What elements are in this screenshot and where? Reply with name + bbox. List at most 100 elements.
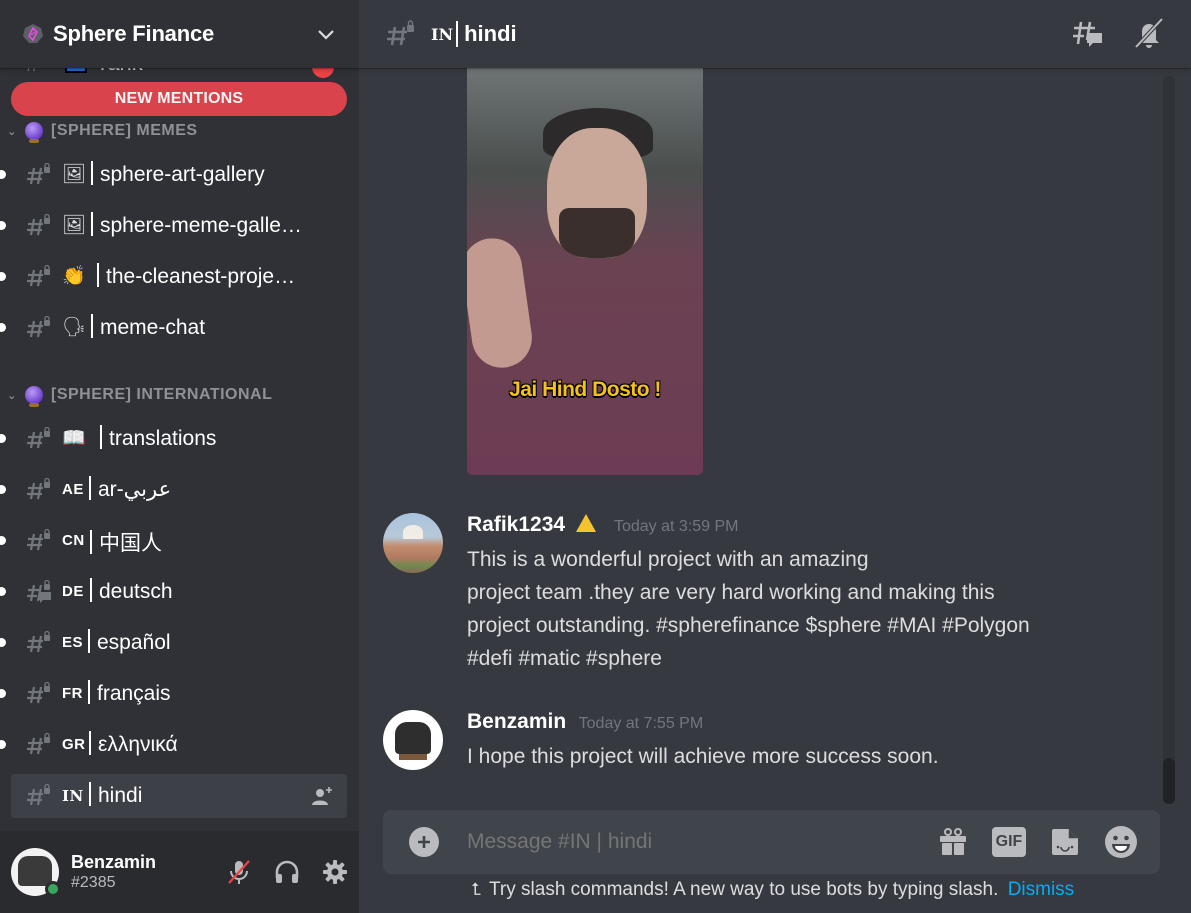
- attach-plus-button[interactable]: [409, 827, 439, 857]
- warning-triangle-badge-icon: [575, 514, 596, 532]
- open-book-emoji: 📖: [62, 428, 86, 449]
- channel-item-the-cleanest-project[interactable]: 👏 the-cleanest-proje…: [0, 255, 347, 299]
- region-code-ae: AE: [62, 481, 84, 498]
- deafen-button[interactable]: [263, 848, 311, 896]
- channel-item-cn[interactable]: CN 中国人: [0, 519, 347, 563]
- message-timestamp: Today at 3:59 PM: [613, 518, 739, 535]
- channel-name: sphere-art-gallery: [91, 161, 331, 187]
- unread-indicator: [0, 221, 6, 230]
- message-timestamp: Today at 7:55 PM: [578, 715, 704, 732]
- channel-item-sphere-meme-gallery[interactable]: 🖼 sphere-meme-galle…: [0, 204, 347, 248]
- category-label: [SPHERE] INTERNATIONAL: [51, 386, 273, 403]
- unread-indicator: [0, 272, 6, 281]
- channel-item-ellinika[interactable]: GR ελληνικά: [0, 723, 347, 767]
- crystal-ball-icon: [25, 122, 43, 143]
- threads-icon[interactable]: [1070, 16, 1104, 50]
- speaking-head-emoji: 🗣: [62, 317, 87, 338]
- channel-header: IN hindi: [359, 0, 1191, 68]
- plus-icon: [418, 836, 430, 848]
- channel-name: translations: [100, 425, 330, 451]
- channel-item-espanol[interactable]: ES español: [0, 621, 347, 665]
- dismiss-link[interactable]: Dismiss: [1008, 879, 1075, 900]
- user-info[interactable]: Benzamin #2385: [71, 851, 215, 893]
- locked-hash-icon: [27, 631, 50, 653]
- channel-sidebar: # rank ⌄ [SPHERE] MEMES 🖼 sphere-art-gal…: [0, 0, 359, 913]
- framed-picture-emoji: 🖼: [62, 164, 87, 185]
- channel-item-translations[interactable]: 📖 translations: [0, 417, 347, 461]
- gif-attachment[interactable]: Jai Hind Dosto !: [467, 68, 703, 475]
- new-mentions-button[interactable]: NEW MENTIONS: [11, 82, 347, 116]
- message-input[interactable]: [467, 830, 936, 854]
- avatar[interactable]: [11, 848, 61, 897]
- server-header[interactable]: Sphere Finance: [0, 0, 359, 68]
- scrollbar-thumb[interactable]: [1163, 758, 1175, 804]
- chevron-down-icon[interactable]: [315, 23, 337, 45]
- channel-item-francais[interactable]: FR français: [0, 672, 347, 716]
- sphere-server-icon: [23, 24, 43, 43]
- status-online-indicator: [45, 881, 61, 897]
- region-code-de: DE: [62, 583, 84, 600]
- mute-button[interactable]: [215, 848, 263, 896]
- channel-name: meme-chat: [91, 314, 331, 340]
- channel-name: hindi: [89, 782, 289, 808]
- create-invite-icon[interactable]: [311, 786, 333, 806]
- locked-hash-icon: [27, 478, 50, 500]
- microphone-muted-icon: [228, 860, 250, 884]
- locked-hash-icon: [27, 529, 50, 551]
- region-code-es: ES: [62, 634, 84, 651]
- message-author[interactable]: Rafik1234: [467, 513, 565, 536]
- slash-tip-text: Try slash commands! A new way to use bot…: [489, 879, 999, 900]
- gift-icon: [940, 828, 966, 855]
- locked-hash-icon: [27, 163, 50, 185]
- message-content: This is a wonderful project with an amaz…: [467, 548, 1030, 670]
- emoji-icon: [1105, 826, 1137, 858]
- channel-item-sphere-art-gallery[interactable]: 🖼 sphere-art-gallery: [0, 153, 347, 197]
- scrollbar[interactable]: [1163, 76, 1175, 804]
- region-code-gr: GR: [62, 736, 86, 753]
- channel-item-meme-chat[interactable]: 🗣 meme-chat: [0, 306, 347, 350]
- gift-button[interactable]: [936, 825, 970, 859]
- avatar[interactable]: [383, 513, 443, 573]
- unread-indicator: [0, 485, 6, 494]
- crystal-ball-icon: [25, 386, 43, 407]
- locked-hash-icon: [27, 682, 50, 704]
- framed-picture-emoji: 🖼: [62, 215, 87, 236]
- sticker-icon: [1052, 829, 1078, 855]
- notifications-muted-icon[interactable]: [1132, 16, 1166, 50]
- region-code-in: IN: [62, 787, 84, 805]
- channel-item-hindi[interactable]: IN hindi: [11, 774, 347, 818]
- unread-indicator: [0, 638, 6, 647]
- channel-item-ar[interactable]: AE ar-عربي: [0, 468, 347, 512]
- category-sphere-memes[interactable]: ⌄ [SPHERE] MEMES: [0, 119, 198, 143]
- unread-indicator: [0, 434, 6, 443]
- message-content: I hope this project will achieve more su…: [467, 745, 939, 768]
- server-name: Sphere Finance: [53, 21, 215, 46]
- user-discriminator: #2385: [71, 874, 116, 891]
- unread-indicator: [0, 740, 6, 749]
- sticker-button[interactable]: [1048, 825, 1082, 859]
- gif-button[interactable]: GIF: [992, 825, 1026, 859]
- headphones-icon: [275, 860, 299, 883]
- slash-arrow-icon: ⮤: [471, 880, 482, 899]
- locked-hash-icon: [27, 784, 50, 806]
- category-label: [SPHERE] MEMES: [51, 122, 198, 139]
- channel-name: the-cleanest-proje…: [97, 263, 327, 289]
- channel-name: sphere-meme-galle…: [91, 212, 331, 238]
- category-sphere-international[interactable]: ⌄ [SPHERE] INTERNATIONAL: [0, 383, 272, 407]
- slash-commands-tip: ⮤ Try slash commands! A new way to use bo…: [471, 879, 1074, 901]
- message-author[interactable]: Benzamin: [467, 710, 566, 733]
- message-list[interactable]: Jai Hind Dosto ! Rafik1234 Today at 3:59…: [359, 68, 1169, 808]
- unread-indicator: [0, 536, 6, 545]
- locked-hash-icon: [387, 20, 414, 46]
- locked-hash-icon: [27, 214, 50, 236]
- clapping-hands-emoji: 👏: [62, 266, 86, 287]
- unread-indicator: [0, 170, 6, 179]
- emoji-button[interactable]: [1104, 825, 1138, 859]
- channel-name: français: [88, 680, 328, 706]
- user-settings-button[interactable]: [311, 848, 359, 896]
- channel-name: deutsch: [90, 578, 330, 604]
- channel-item-deutsch[interactable]: DE deutsch: [0, 570, 347, 614]
- avatar[interactable]: [383, 710, 443, 770]
- chat-area: IN hindi Jai Hind Dosto ! Rafik1234 Toda…: [359, 0, 1191, 913]
- channel-name: español: [88, 629, 328, 655]
